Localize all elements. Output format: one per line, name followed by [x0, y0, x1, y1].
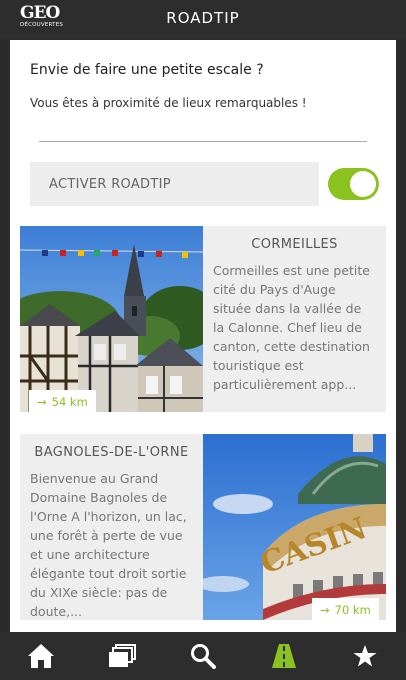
place-info-cormeilles: CORMEILLES Cormeilles est une petite cit… — [203, 226, 386, 412]
activate-roadtip-row[interactable]: ACTIVER ROADTIP — [30, 162, 319, 206]
intro-heading: Envie de faire une petite escale ? — [30, 62, 264, 78]
arrow-right-icon: → — [320, 603, 330, 617]
place-description: Cormeilles est une petite cité du Pays d… — [213, 263, 370, 392]
toggle-knob — [350, 171, 376, 197]
stack-icon — [108, 644, 136, 667]
star-icon — [353, 645, 376, 667]
activate-roadtip-toggle[interactable] — [328, 168, 379, 200]
top-bar: GEO DÉCOUVERTES ROADTIP — [0, 0, 406, 38]
place-description: Bienvenue au Grand Domaine Bagnoles de l… — [30, 471, 187, 619]
place-title: CORMEILLES — [251, 237, 338, 252]
distance-badge: → 70 km — [312, 598, 379, 622]
intro-subtitle: Vous êtes à proximité de lieux remarquab… — [30, 96, 307, 110]
nav-roadtip[interactable] — [243, 632, 324, 680]
distance-badge: → 54 km — [29, 390, 96, 414]
distance-value: 70 km — [334, 603, 371, 617]
home-icon — [27, 644, 54, 668]
search-icon — [190, 644, 216, 669]
distance-value: 54 km — [51, 395, 88, 409]
place-card-bagnoles[interactable]: BAGNOLES-DE-L'ORNE Bienvenue au Grand Do… — [20, 434, 386, 622]
roadtip-panel: Envie de faire une petite escale ? Vous … — [10, 40, 396, 632]
page-title: ROADTIP — [166, 9, 240, 27]
divider — [39, 141, 367, 142]
arrow-right-icon: → — [37, 395, 47, 409]
bottom-nav — [0, 632, 406, 680]
nav-favorites[interactable] — [324, 632, 405, 680]
road-icon — [271, 644, 296, 668]
nav-collections[interactable] — [81, 632, 162, 680]
place-image-bagnoles: CASIN — [203, 434, 386, 620]
activate-roadtip-label: ACTIVER ROADTIP — [49, 177, 171, 192]
place-title: BAGNOLES-DE-L'ORNE — [34, 445, 189, 460]
place-info-bagnoles: BAGNOLES-DE-L'ORNE Bienvenue au Grand Do… — [20, 434, 203, 620]
nav-search[interactable] — [162, 632, 243, 680]
nav-home[interactable] — [0, 632, 81, 680]
place-image-cormeilles — [20, 226, 203, 412]
place-card-cormeilles[interactable]: CORMEILLES Cormeilles est une petite cit… — [20, 226, 386, 414]
